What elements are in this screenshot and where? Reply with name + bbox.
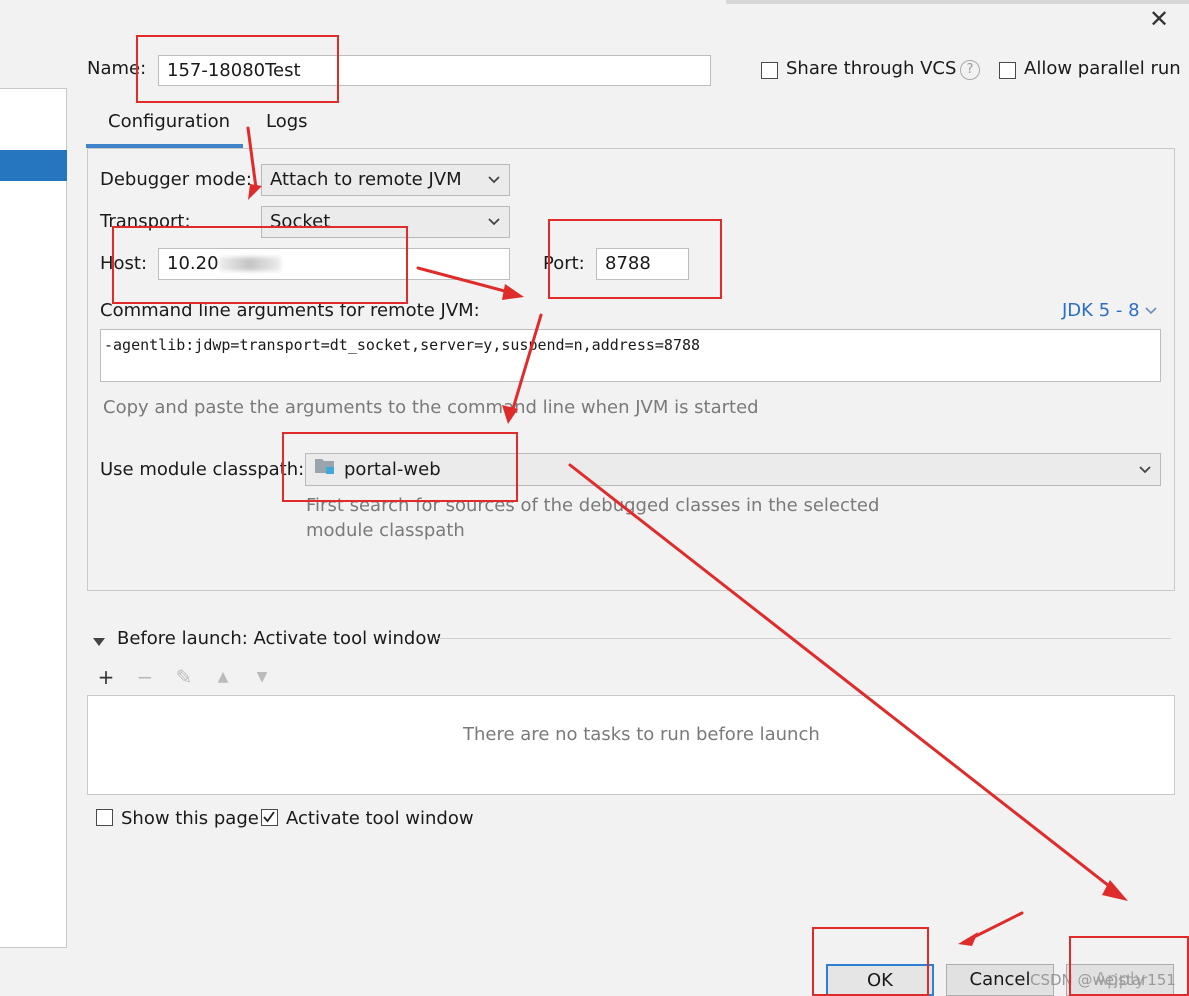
close-icon[interactable]: ✕ — [1146, 6, 1172, 32]
name-label: Name: — [87, 58, 147, 79]
before-launch-title[interactable]: Before launch: Activate tool window — [117, 628, 441, 649]
activate-tool-label[interactable]: Activate tool window — [286, 808, 474, 829]
jdk-version-value: JDK 5 - 8 — [1062, 300, 1140, 321]
transport-label: Transport: — [100, 211, 191, 232]
parallel-run-checkbox[interactable] — [999, 62, 1016, 79]
chevron-down-icon — [487, 207, 501, 248]
port-input[interactable]: 8788 — [596, 248, 689, 280]
activate-tool-checkbox[interactable] — [261, 809, 278, 826]
move-up-icon[interactable]: ▲ — [210, 664, 236, 690]
watermark: CSDN @wejstar151 — [1030, 971, 1176, 989]
annotation-arrowhead-4 — [1102, 880, 1128, 901]
chevron-down-icon — [1138, 454, 1152, 497]
add-task-icon[interactable]: + — [93, 664, 119, 690]
help-icon[interactable]: ? — [960, 60, 980, 80]
show-page-label[interactable]: Show this page — [121, 808, 259, 829]
module-classpath-label: Use module classpath: — [100, 459, 305, 480]
host-input[interactable]: 10.20 — [158, 248, 510, 280]
module-classpath-value: portal-web — [344, 459, 441, 480]
tab-logs[interactable]: Logs — [264, 111, 310, 132]
module-hint-line1: First search for sources of the debugged… — [306, 495, 880, 516]
debugger-mode-label: Debugger mode: — [100, 169, 252, 190]
edit-task-icon[interactable]: ✎ — [171, 664, 197, 690]
before-launch-task-list[interactable]: There are no tasks to run before launch — [87, 695, 1175, 795]
module-classpath-select[interactable]: portal-web — [305, 453, 1161, 486]
host-value: 10.20 — [167, 253, 219, 274]
debugger-mode-value: Attach to remote JVM — [270, 169, 462, 190]
module-hint-line2: module classpath — [306, 520, 465, 541]
share-vcs-label[interactable]: Share through VCS — [786, 58, 956, 79]
checkmark-icon — [263, 811, 275, 823]
transport-value: Socket — [270, 211, 331, 232]
empty-tasks-message: There are no tasks to run before launch — [463, 724, 820, 745]
port-label: Port: — [543, 253, 585, 274]
host-label: Host: — [100, 253, 148, 274]
redacted-host-segment — [218, 257, 281, 271]
annotation-arrow-5 — [966, 911, 1024, 942]
jdk-version-select[interactable]: JDK 5 - 8 — [1062, 300, 1157, 321]
configurations-tree-panel[interactable] — [0, 88, 67, 948]
cmd-args-hint: Copy and paste the arguments to the comm… — [103, 397, 759, 418]
debugger-mode-select[interactable]: Attach to remote JVM — [261, 164, 510, 196]
chevron-down-icon — [487, 165, 501, 206]
annotation-arrowhead-5 — [958, 932, 978, 946]
folder-icon — [314, 455, 336, 486]
parallel-run-label[interactable]: Allow parallel run — [1024, 58, 1181, 79]
cmd-args-label: Command line arguments for remote JVM: — [100, 300, 480, 321]
selected-configuration-item[interactable] — [0, 150, 67, 181]
collapse-triangle-icon[interactable] — [92, 632, 106, 653]
chevron-down-icon — [1145, 307, 1157, 315]
cmd-args-field[interactable]: -agentlib:jdwp=transport=dt_socket,serve… — [100, 329, 1161, 382]
transport-select[interactable]: Socket — [261, 206, 510, 238]
before-launch-separator — [437, 638, 1171, 639]
window-top-edge — [726, 0, 1189, 4]
move-down-icon[interactable]: ▼ — [249, 664, 275, 690]
ok-button[interactable]: OK — [826, 964, 934, 996]
remove-task-icon[interactable]: − — [132, 664, 158, 690]
show-page-checkbox[interactable] — [96, 809, 113, 826]
tab-configuration[interactable]: Configuration — [106, 111, 232, 132]
share-vcs-checkbox[interactable] — [761, 62, 778, 79]
name-input[interactable]: 157-18080Test — [158, 55, 711, 86]
